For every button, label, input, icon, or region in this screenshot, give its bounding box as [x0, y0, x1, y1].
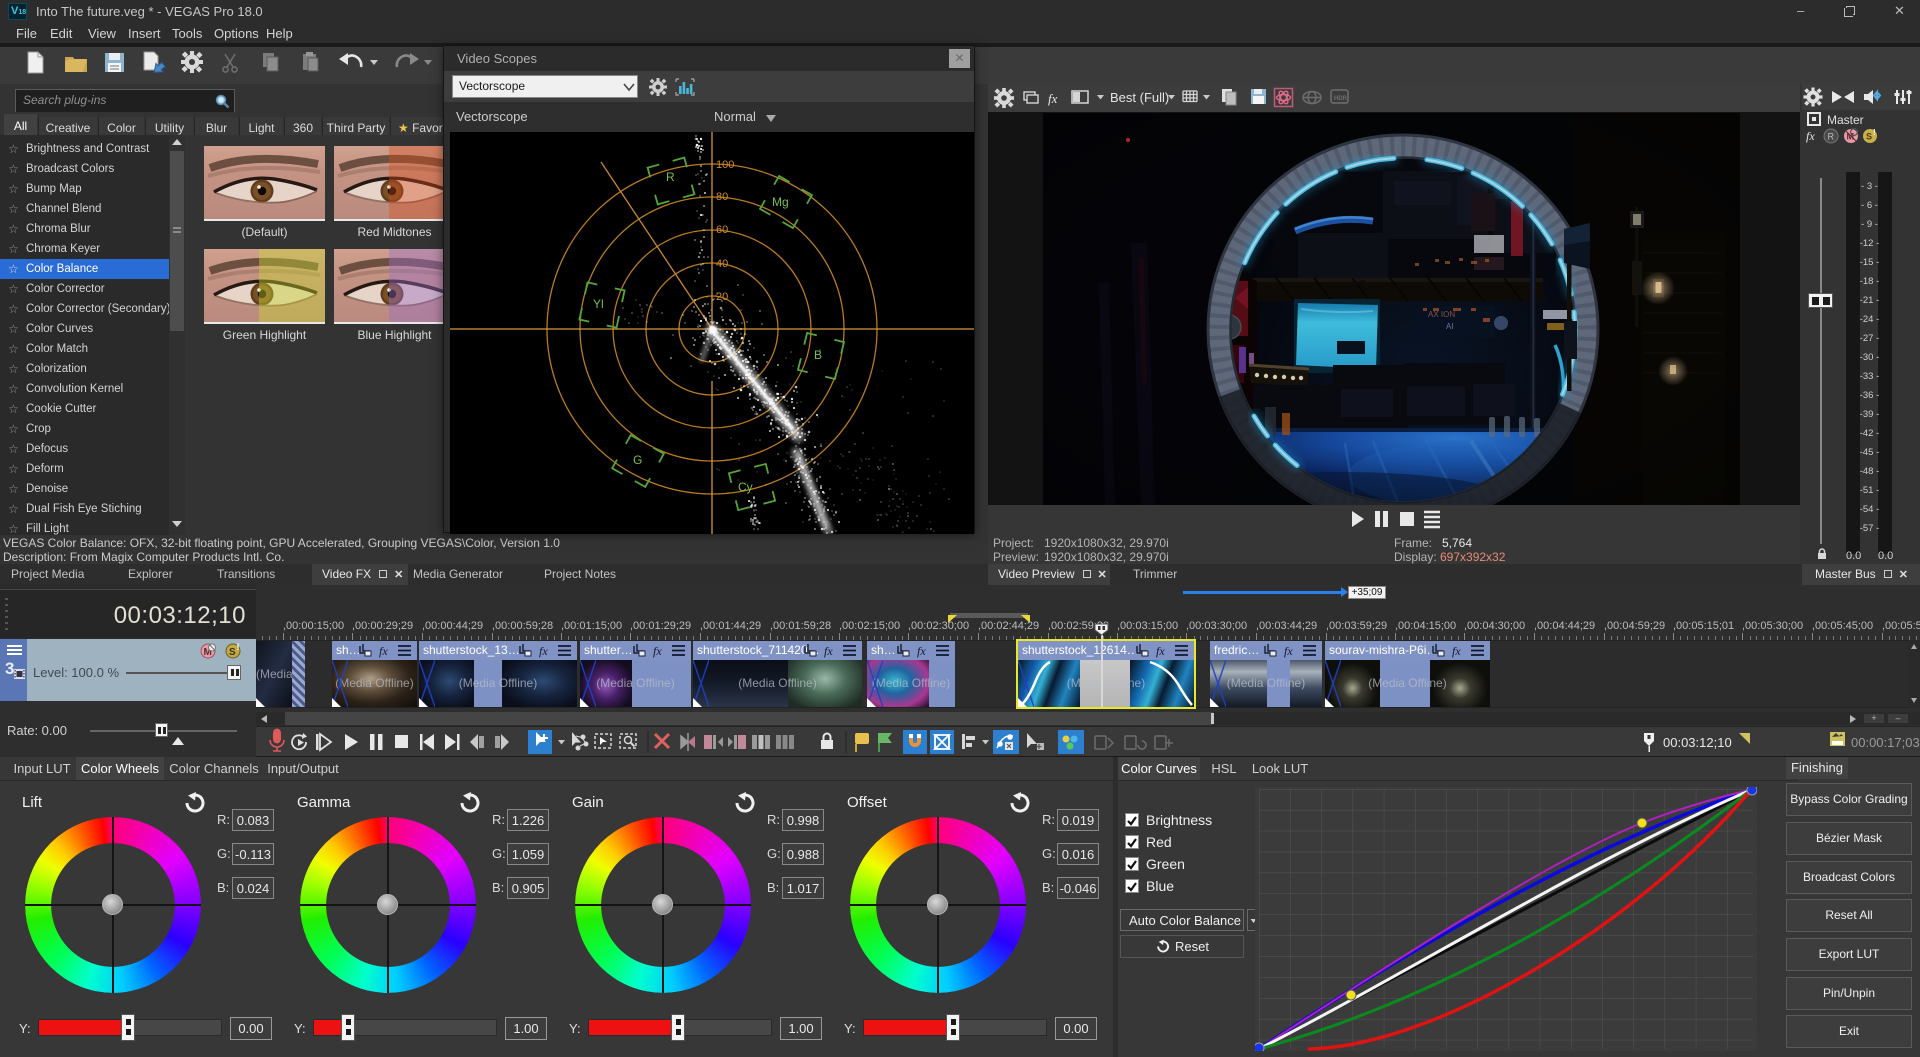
svg-text:fx: fx	[1452, 644, 1461, 658]
svg-text:HDR: HDR	[1334, 96, 1348, 102]
svg-text:fx: fx	[1284, 644, 1293, 658]
svg-text:Mg: Mg	[772, 195, 789, 209]
svg-text:Cy: Cy	[738, 480, 753, 494]
svg-text:fx: fx	[379, 644, 388, 658]
svg-text:fx: fx	[1156, 644, 1165, 658]
svg-text:60: 60	[716, 224, 728, 236]
svg-text:fx: fx	[917, 644, 926, 658]
svg-text:R: R	[666, 170, 675, 184]
svg-text:fx: fx	[653, 644, 662, 658]
svg-text:40: 40	[716, 258, 728, 270]
svg-text:100: 100	[716, 159, 734, 171]
svg-text:80: 80	[716, 191, 728, 203]
svg-text:!: !	[237, 643, 240, 652]
svg-text:fx: fx	[539, 644, 548, 658]
svg-text:Yl: Yl	[593, 297, 604, 311]
svg-text:B: B	[814, 348, 822, 362]
svg-text:R: R	[1828, 132, 1835, 142]
svg-text:S: S	[229, 647, 236, 658]
svg-text:G: G	[633, 453, 642, 467]
svg-text:fx: fx	[1806, 129, 1815, 143]
svg-text:fx: fx	[824, 644, 833, 658]
svg-text:fx: fx	[1048, 91, 1058, 106]
